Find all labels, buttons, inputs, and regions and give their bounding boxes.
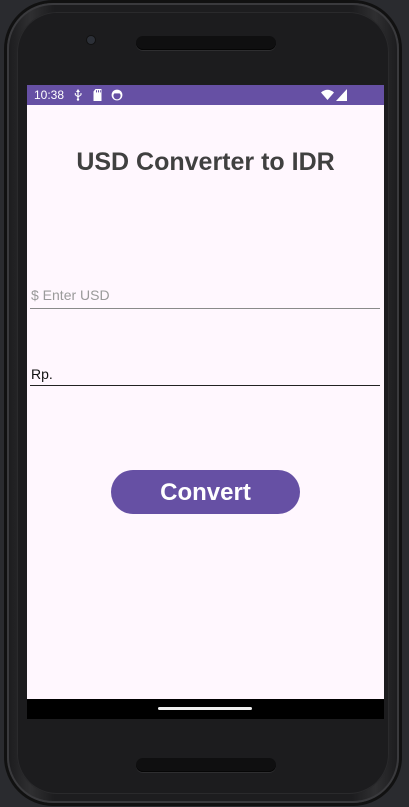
usd-amount-input[interactable] xyxy=(30,283,380,309)
front-camera xyxy=(87,36,95,44)
phone-screen: 10:38 USD Converter to IDR Rp. Convert xyxy=(27,85,384,719)
status-time: 10:38 xyxy=(34,88,65,102)
home-gesture-handle[interactable] xyxy=(158,707,252,710)
idr-result-field: Rp. xyxy=(30,366,380,386)
top-speaker xyxy=(136,36,276,50)
page-title: USD Converter to IDR xyxy=(76,148,335,176)
bottom-speaker xyxy=(136,758,276,772)
face-icon xyxy=(111,89,123,101)
signal-icon xyxy=(336,89,347,101)
status-bar: 10:38 xyxy=(27,85,384,105)
wifi-icon xyxy=(321,89,334,100)
navigation-bar xyxy=(27,699,384,719)
convert-button[interactable]: Convert xyxy=(111,470,300,514)
sd-card-icon xyxy=(93,89,102,101)
usb-icon xyxy=(74,89,82,101)
